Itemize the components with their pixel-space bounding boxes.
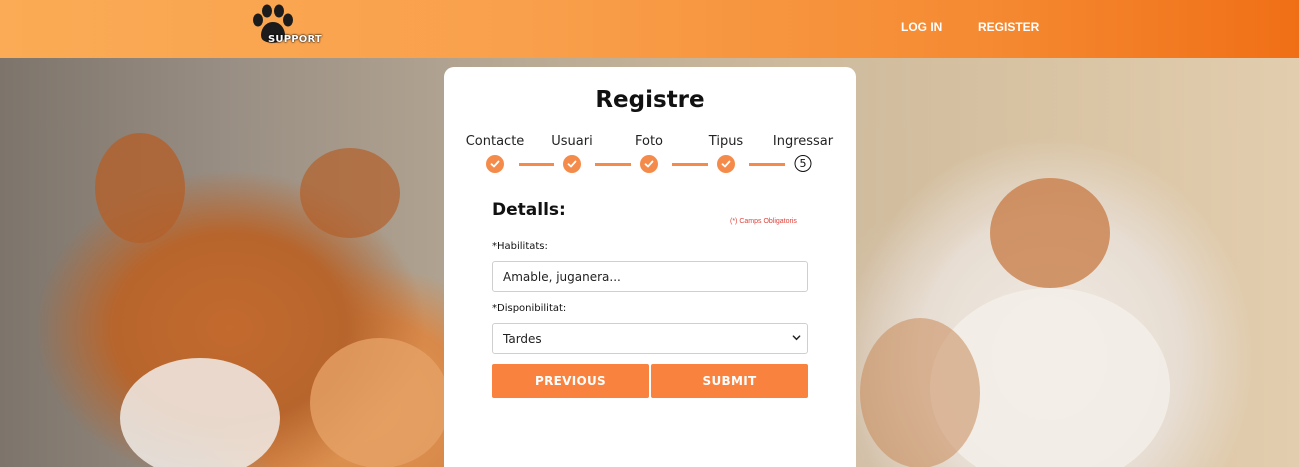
step-connector	[519, 163, 554, 166]
progress-steps: Contacte Usuari Foto Tipus Ingressar 5	[444, 134, 856, 174]
logo-text: SUPPORT	[268, 34, 322, 45]
section-title: Detalls:	[492, 200, 566, 220]
check-icon	[640, 155, 658, 173]
cat-white-chest	[120, 358, 280, 467]
disponibilitat-value: Tardes	[503, 331, 542, 346]
step-number-current: 5	[794, 155, 812, 172]
chevron-down-icon	[792, 333, 801, 345]
habilitats-label: *Habilitats:	[492, 241, 548, 252]
step-label-tipus: Tipus	[708, 134, 744, 149]
submit-button[interactable]: SUBMIT	[651, 364, 808, 398]
registration-card: Registre Contacte Usuari Foto Tipus Ingr…	[444, 67, 856, 467]
step-label-contacte: Contacte	[465, 134, 525, 149]
step-label-usuari: Usuari	[551, 134, 593, 149]
habilitats-value: Amable, juganera...	[503, 269, 621, 284]
nav-register-link[interactable]: REGISTER	[978, 20, 1039, 34]
step-connector	[595, 163, 631, 166]
disponibilitat-label: *Disponibilitat:	[492, 303, 567, 314]
cat-orange-patch-right	[990, 178, 1110, 288]
step-connector	[672, 163, 708, 166]
check-icon	[486, 155, 504, 173]
step-label-ingressar: Ingressar	[772, 134, 834, 149]
support-logo[interactable]: SUPPORT	[250, 4, 322, 50]
page-title: Registre	[595, 87, 705, 113]
habilitats-input[interactable]: Amable, juganera...	[492, 261, 808, 292]
cat-orange-side-right	[860, 318, 980, 467]
cat-face	[310, 338, 450, 467]
step-label-foto: Foto	[634, 134, 664, 149]
cat-ear-left	[95, 133, 185, 243]
top-navigation-bar: SUPPORT LOG IN REGISTER	[0, 0, 1299, 58]
check-icon	[563, 155, 581, 173]
nav-login-link[interactable]: LOG IN	[901, 20, 942, 34]
step-connector	[749, 163, 785, 166]
cat-ear-right	[300, 148, 400, 238]
required-fields-note: (*) Camps Obligatoris	[730, 218, 797, 225]
check-icon	[717, 155, 735, 173]
disponibilitat-select[interactable]: Tardes	[492, 323, 808, 354]
previous-button[interactable]: PREVIOUS	[492, 364, 649, 398]
